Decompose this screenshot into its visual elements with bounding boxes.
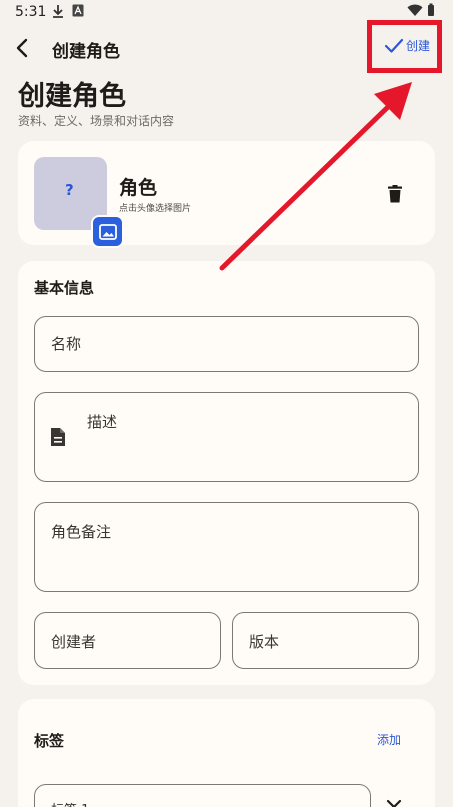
back-button[interactable] — [8, 34, 36, 62]
page-heading: 创建角色 — [18, 81, 126, 112]
avatar-placeholder: ? — [65, 181, 74, 199]
create-button-label: 创建 — [406, 39, 431, 53]
add-tag-button[interactable]: 添加 — [377, 731, 401, 748]
remove-tag-button[interactable] — [382, 795, 406, 807]
avatar-hint: 点击头像选择图片 — [119, 204, 192, 214]
version-field[interactable]: 版本 — [232, 612, 419, 669]
page-subtitle: 资料、定义、场景和对话内容 — [18, 114, 175, 128]
create-button[interactable]: 创建 — [384, 37, 430, 54]
status-time: 5:31 — [15, 4, 47, 20]
tag-field[interactable]: 标签 1 — [34, 784, 371, 807]
name-field-label: 名称 — [51, 335, 82, 353]
description-field[interactable]: 描述 — [34, 392, 419, 482]
character-note-field[interactable]: 角色备注 — [34, 502, 419, 592]
delete-button[interactable] — [382, 181, 408, 207]
basic-info-title: 基本信息 — [34, 279, 95, 297]
basic-info-card: 基本信息 名称 描述 角色备注 创建者 版本 — [18, 261, 435, 685]
creator-field[interactable]: 创建者 — [34, 612, 221, 669]
wifi-icon — [407, 4, 423, 16]
tag-field-label: 标签 1 — [51, 799, 89, 807]
name-field[interactable]: 名称 — [34, 316, 419, 372]
status-bar: 5:31 — [0, 0, 453, 26]
download-icon — [53, 5, 63, 18]
avatar-card: ? 角色 点击头像选择图片 — [18, 141, 435, 248]
image-icon — [98, 223, 117, 240]
character-note-field-label: 角色备注 — [51, 523, 112, 541]
character-name: 角色 — [119, 177, 158, 199]
check-icon — [384, 38, 404, 53]
close-icon — [386, 799, 402, 807]
document-icon — [51, 428, 65, 446]
trash-icon — [388, 185, 402, 203]
battery-icon — [428, 3, 434, 16]
arrow-back-icon — [16, 38, 28, 58]
avatar[interactable]: ? — [34, 157, 124, 248]
version-field-label: 版本 — [249, 633, 280, 651]
tags-card: 标签 添加 标签 1 — [18, 699, 435, 807]
font-icon — [72, 4, 84, 17]
app-title: 创建角色 — [52, 42, 120, 62]
app-bar: 创建角色 创建 — [0, 28, 453, 70]
creator-field-label: 创建者 — [51, 633, 97, 651]
tags-title: 标签 — [34, 732, 65, 750]
description-field-label: 描述 — [87, 413, 118, 431]
choose-image-button[interactable] — [91, 215, 124, 248]
